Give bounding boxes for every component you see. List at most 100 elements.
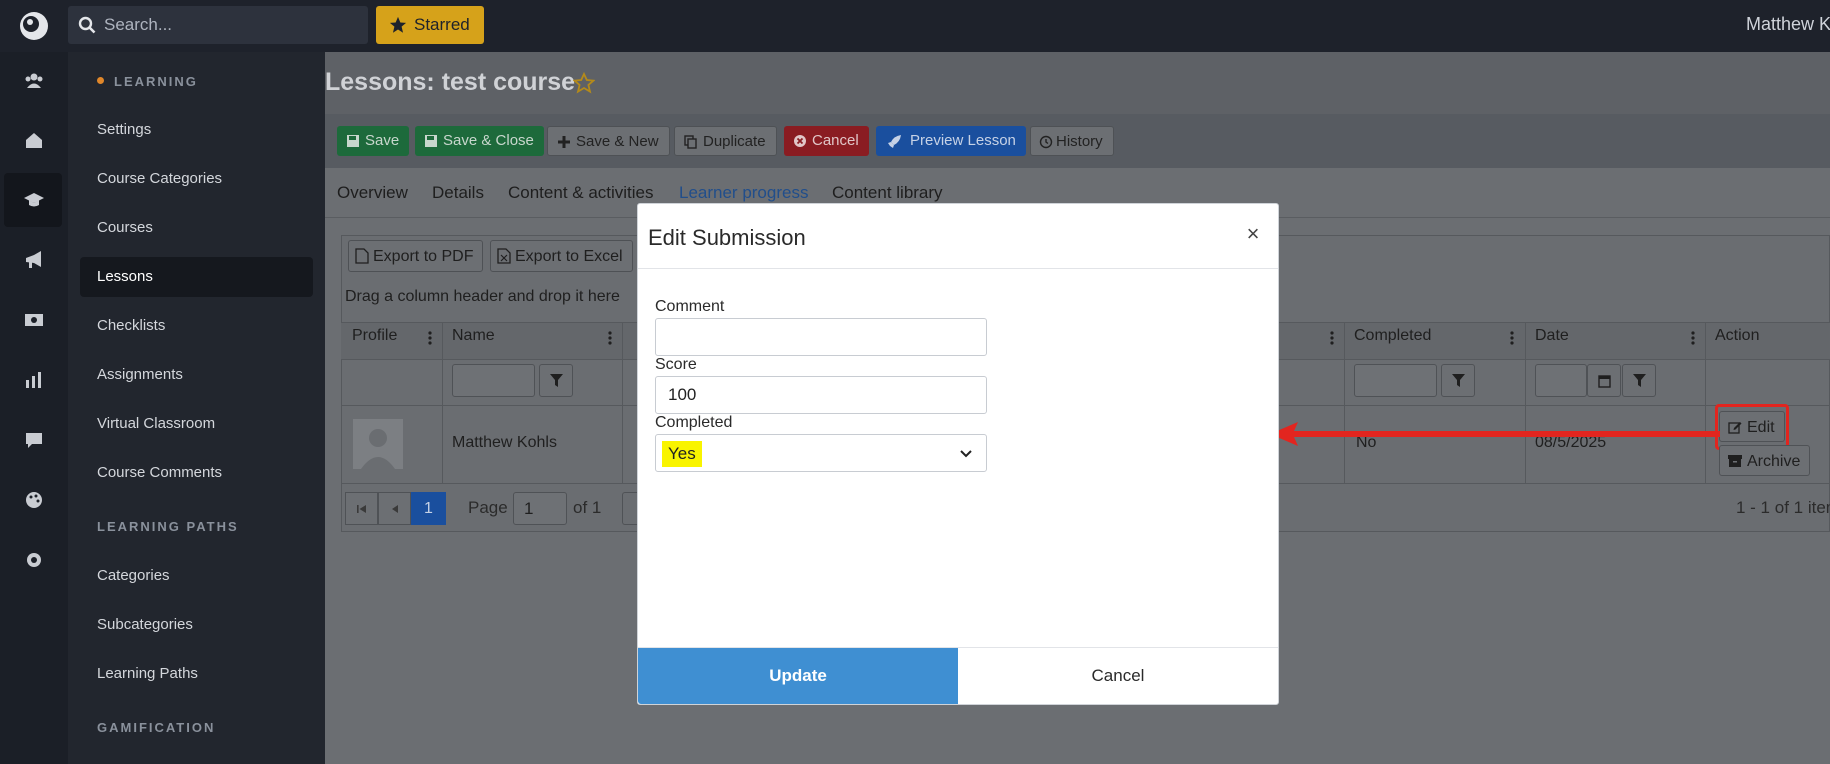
duplicate-label: Duplicate — [703, 133, 766, 150]
sidebar-item-categories[interactable]: Categories — [80, 556, 313, 596]
section-title-gamification: GAMIFICATION — [97, 720, 216, 735]
current-page-button[interactable]: 1 — [411, 492, 446, 525]
date-filter-button[interactable] — [1622, 364, 1656, 397]
archive-button[interactable]: Archive — [1719, 445, 1811, 476]
graduation-cap-icon — [24, 193, 44, 207]
app-logo-icon[interactable] — [18, 10, 50, 42]
bullhorn-icon — [26, 251, 41, 268]
starred-button[interactable]: Starred — [376, 6, 484, 44]
sidebar-item-subcategories[interactable]: Subcategories — [80, 605, 313, 645]
tab-learner-progress[interactable]: Learner progress — [679, 183, 808, 203]
column-menu-icon[interactable] — [1330, 330, 1334, 346]
column-header-profile[interactable]: Profile — [352, 327, 397, 345]
export-excel-label: Export to Excel — [515, 248, 623, 265]
money-icon — [25, 314, 43, 326]
tab-overview[interactable]: Overview — [337, 183, 408, 203]
history-button[interactable]: History — [1030, 126, 1114, 156]
cancel-label: Cancel — [812, 132, 859, 149]
prev-page-icon — [392, 505, 398, 513]
avatar — [353, 419, 403, 469]
name-filter-input[interactable] — [452, 364, 535, 397]
rail-people[interactable] — [4, 54, 62, 108]
tab-details[interactable]: Details — [432, 183, 484, 203]
rail-ecommerce[interactable] — [4, 293, 62, 347]
rail-appearance[interactable] — [4, 473, 62, 527]
update-button[interactable]: Update — [638, 648, 958, 704]
rail-learning[interactable] — [4, 173, 62, 227]
rail-reports[interactable] — [4, 353, 62, 407]
annotation-arrow-icon — [1270, 422, 1720, 446]
column-menu-icon[interactable] — [1691, 330, 1695, 346]
page-input[interactable]: 1 — [513, 492, 567, 525]
user-name[interactable]: Matthew Kohls — [1746, 14, 1830, 35]
duplicate-button[interactable]: Duplicate — [674, 126, 777, 156]
preview-lesson-button[interactable]: Preview Lesson — [876, 126, 1026, 156]
section-dot-icon — [97, 77, 104, 84]
section-title-learning-paths: LEARNING PATHS — [97, 519, 239, 534]
completed-filter-button[interactable] — [1441, 364, 1475, 397]
column-menu-icon[interactable] — [428, 330, 432, 346]
completed-filter-input[interactable] — [1354, 364, 1437, 397]
dialog-header-divider — [638, 268, 1278, 269]
cancel-button[interactable]: Cancel — [784, 126, 869, 156]
sidebar-item-course-categories[interactable]: Course Categories — [80, 159, 313, 199]
sidebar-item-courses[interactable]: Courses — [80, 208, 313, 248]
excel-file-icon — [497, 248, 511, 264]
first-page-icon — [357, 505, 366, 513]
sidebar-item-lessons[interactable]: Lessons — [80, 257, 313, 297]
column-header-completed[interactable]: Completed — [1354, 327, 1431, 345]
sidebar-item-assignments[interactable]: Assignments — [80, 355, 313, 395]
palette-icon — [26, 492, 42, 508]
export-excel-button[interactable]: Export to Excel — [490, 240, 633, 272]
floppy-icon — [425, 135, 437, 147]
column-menu-icon[interactable] — [1510, 330, 1514, 346]
filter-icon — [550, 374, 563, 387]
column-header-date[interactable]: Date — [1535, 327, 1569, 345]
save-new-button[interactable]: Save & New — [547, 126, 670, 156]
page-label: Page — [468, 498, 508, 517]
column-header-action: Action — [1715, 327, 1760, 344]
history-icon — [1039, 135, 1053, 149]
edit-annotation-box — [1715, 404, 1789, 450]
dialog-cancel-button[interactable]: Cancel — [958, 648, 1278, 704]
calendar-icon — [1598, 375, 1611, 388]
save-button[interactable]: Save — [337, 126, 410, 156]
gear-icon — [27, 553, 41, 567]
favorite-star-icon[interactable] — [573, 72, 595, 94]
first-page-button[interactable] — [345, 492, 378, 525]
rail-settings[interactable] — [4, 533, 62, 587]
tab-content-library[interactable]: Content library — [832, 183, 943, 203]
sidebar-item-checklists[interactable]: Checklists — [80, 306, 313, 346]
sidebar-item-virtual-classroom[interactable]: Virtual Classroom — [80, 404, 313, 444]
chart-icon — [26, 372, 41, 388]
dialog-title: Edit Submission — [648, 225, 806, 250]
rail-announcements[interactable] — [4, 233, 62, 287]
rail-messages[interactable] — [4, 413, 62, 467]
sidebar-item-settings[interactable]: Settings — [80, 110, 313, 150]
learner-name[interactable]: Matthew Kohls — [452, 434, 557, 452]
close-icon[interactable]: × — [1242, 223, 1264, 245]
search-icon — [78, 16, 96, 34]
export-pdf-button[interactable]: Export to PDF — [348, 240, 484, 272]
rail-dashboard[interactable] — [4, 114, 62, 168]
tab-content-activities[interactable]: Content & activities — [508, 183, 654, 203]
prev-page-button[interactable] — [378, 492, 411, 525]
comment-field[interactable] — [655, 318, 987, 356]
people-icon — [25, 73, 43, 88]
save-close-button[interactable]: Save & Close — [415, 126, 544, 156]
floppy-icon — [347, 135, 359, 147]
score-field[interactable]: 100 — [655, 376, 987, 414]
column-menu-icon[interactable] — [608, 330, 612, 346]
sidebar-item-course-comments[interactable]: Course Comments — [80, 453, 313, 493]
archive-icon — [1728, 455, 1742, 467]
plus-icon — [558, 136, 570, 148]
search-input[interactable]: Search... — [68, 6, 368, 44]
rocket-icon — [888, 135, 901, 148]
sidebar-item-learning-paths[interactable]: Learning Paths — [80, 654, 313, 694]
sidebar: LEARNING Settings Course Categories Cour… — [68, 52, 325, 764]
date-filter-input[interactable] — [1535, 364, 1587, 397]
name-filter-button[interactable] — [539, 364, 573, 397]
date-picker-button[interactable] — [1587, 364, 1621, 397]
column-header-name[interactable]: Name — [452, 327, 495, 345]
completed-select[interactable]: Yes — [655, 434, 987, 472]
